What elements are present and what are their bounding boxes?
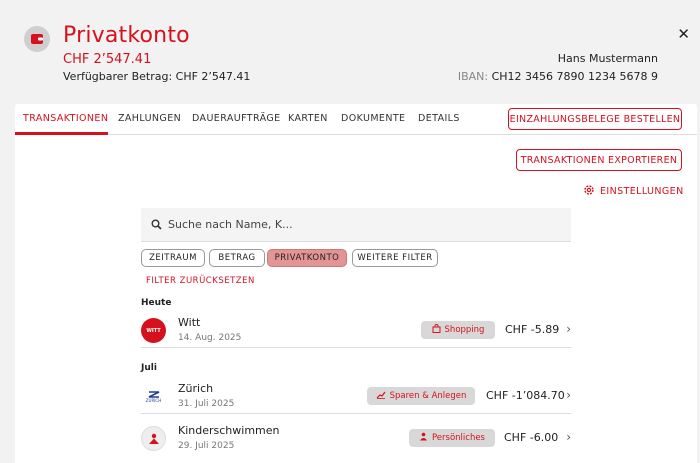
search-bar <box>141 208 571 242</box>
chart-icon <box>376 390 386 402</box>
chevron-right-icon: › <box>566 430 571 444</box>
category-badge: Persönliches <box>409 429 495 447</box>
gear-icon <box>583 184 595 199</box>
tab-dauerauftraege[interactable]: DAUERAUFTRÄGE <box>192 113 280 124</box>
transaction-amount: CHF -5.89 <box>505 323 560 336</box>
merchant-logo-zurich: ZURICH <box>141 384 166 409</box>
tab-details[interactable]: DETAILS <box>418 113 460 124</box>
transaction-name: Kinderschwimmen <box>178 424 280 437</box>
filter-chip-weitere-filter[interactable]: WEITERE FILTER <box>352 249 438 267</box>
transaction-date: 14. Aug. 2025 <box>178 333 242 343</box>
group-label-heute: Heute <box>141 298 172 308</box>
tab-karten[interactable]: KARTEN <box>288 113 328 124</box>
iban: IBAN: CH12 3456 7890 1234 5678 9 <box>458 70 658 83</box>
person-icon <box>419 432 428 444</box>
search-icon <box>151 215 162 234</box>
active-tab-indicator <box>15 132 108 135</box>
transaction-date: 31. Juli 2025 <box>178 399 235 409</box>
iban-label: IBAN: <box>457 70 489 83</box>
chevron-right-icon: › <box>566 322 571 336</box>
account-balance: CHF 2’547.41 <box>63 52 152 67</box>
filter-chip-betrag[interactable]: BETRAG <box>209 249 265 267</box>
iban-value: CH12 3456 7890 1234 5678 9 <box>491 70 658 83</box>
merchant-logo-witt: WITT <box>141 318 166 343</box>
category-badge: Sparen & Anlegen <box>367 387 475 405</box>
filter-chip-privatkonto[interactable]: PRIVATKONTO <box>267 249 347 267</box>
transaction-amount: CHF -6.00 <box>504 431 559 444</box>
category-badge: Shopping <box>421 321 495 339</box>
chevron-right-icon: › <box>566 388 571 402</box>
transactions-panel: TRANSAKTIONEN ZAHLUNGEN DAUERAUFTRÄGE KA… <box>15 104 697 463</box>
group-label-juli: Juli <box>141 363 157 373</box>
transaction-date: 29. Juli 2025 <box>178 441 235 451</box>
reset-filters-link[interactable]: FILTER ZURÜCKSETZEN <box>146 276 255 286</box>
transaction-name: Zürich <box>178 382 214 395</box>
account-wallet-icon <box>24 26 50 52</box>
tab-zahlungen[interactable]: ZAHLUNGEN <box>118 113 181 124</box>
tab-dokumente[interactable]: DOKUMENTE <box>341 113 405 124</box>
transaction-row-witt[interactable]: WITT Witt 14. Aug. 2025 Shopping CHF -5.… <box>141 314 571 348</box>
merchant-logo-kinderschwimmen <box>141 426 166 451</box>
close-icon[interactable]: ✕ <box>677 25 690 43</box>
account-owner: Hans Mustermann <box>557 52 658 65</box>
filter-chip-zeitraum[interactable]: ZEITRAUM <box>141 249 205 267</box>
transaction-row-kinderschwimmen[interactable]: Kinderschwimmen 29. Juli 2025 Persönlich… <box>141 422 571 456</box>
page-title: Privatkonto <box>63 23 190 48</box>
settings-button[interactable]: EINSTELLUNGEN <box>583 184 684 199</box>
tab-transaktionen[interactable]: TRANSAKTIONEN <box>23 113 108 124</box>
search-input[interactable] <box>168 218 548 231</box>
transaction-row-zurich[interactable]: ZURICH Zürich 31. Juli 2025 Sparen & Anl… <box>141 380 571 414</box>
transaction-amount: CHF -1’084.70 <box>486 389 565 402</box>
available-amount: Verfügbarer Betrag: CHF 2’547.41 <box>63 70 251 83</box>
order-deposit-slips-button[interactable]: EINZAHLUNGSBELEGE BESTELLEN <box>508 108 682 130</box>
shopping-bag-icon <box>432 324 441 336</box>
export-transactions-button[interactable]: TRANSAKTIONEN EXPORTIEREN <box>516 149 682 171</box>
transaction-name: Witt <box>178 316 201 329</box>
settings-label: EINSTELLUNGEN <box>600 186 684 197</box>
